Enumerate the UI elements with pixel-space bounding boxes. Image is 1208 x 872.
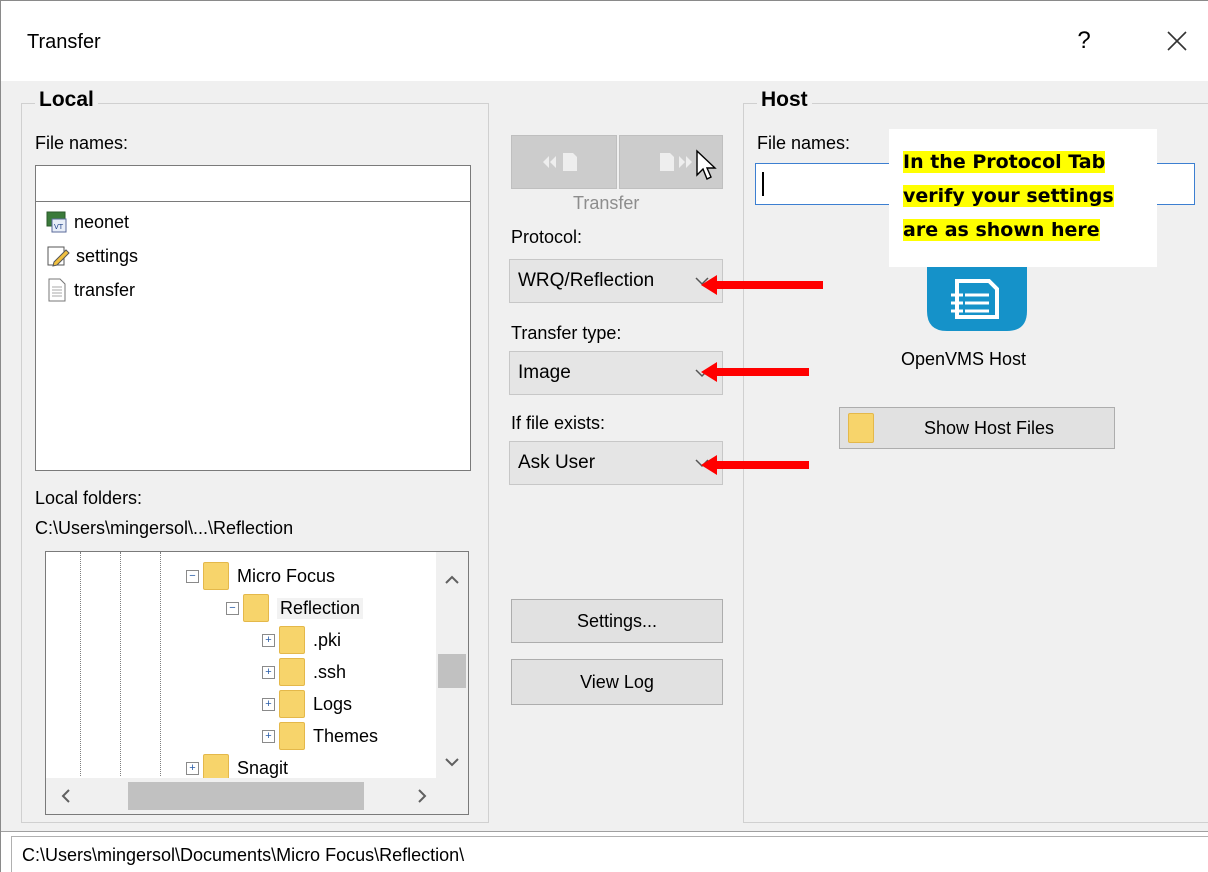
list-item[interactable]: settings bbox=[46, 240, 138, 272]
tree-guide-line bbox=[120, 552, 121, 776]
expand-icon[interactable]: + bbox=[262, 633, 275, 647]
tree-node-label: .pki bbox=[313, 629, 342, 650]
callout-line: verify your settings bbox=[903, 185, 1114, 207]
view-log-button[interactable]: View Log bbox=[511, 659, 723, 705]
status-bar: C:\Users\mingersol\Documents\Micro Focus… bbox=[1, 831, 1208, 872]
close-icon bbox=[1167, 31, 1187, 51]
scroll-down-icon[interactable] bbox=[436, 746, 468, 778]
file-name: settings bbox=[76, 245, 139, 266]
list-item[interactable]: VT neonet bbox=[46, 206, 129, 238]
scroll-thumb[interactable] bbox=[438, 654, 466, 688]
tree-node-label: Micro Focus bbox=[237, 565, 336, 586]
folder-icon bbox=[279, 626, 305, 654]
folder-icon bbox=[279, 690, 305, 718]
local-folders-label: Local folders: bbox=[35, 488, 143, 508]
tree-vertical-scrollbar[interactable] bbox=[436, 552, 468, 778]
tree-guide-line bbox=[80, 552, 81, 776]
folder-icon bbox=[243, 594, 269, 622]
list-item[interactable]: transfer bbox=[46, 274, 135, 306]
scroll-left-icon[interactable] bbox=[50, 778, 82, 814]
collapse-icon[interactable]: − bbox=[226, 601, 239, 615]
expand-icon[interactable]: + bbox=[262, 665, 275, 679]
folder-icon bbox=[279, 658, 305, 686]
annotation-arrow-protocol bbox=[701, 275, 823, 295]
scroll-up-icon[interactable] bbox=[436, 564, 468, 596]
show-host-files-button[interactable]: Show Host Files bbox=[839, 407, 1115, 449]
protocol-select[interactable]: WRQ/Reflection bbox=[509, 259, 723, 303]
file-name: neonet bbox=[74, 211, 130, 232]
folder-icon bbox=[279, 722, 305, 750]
annotation-arrow-if-file-exists bbox=[701, 455, 809, 475]
window-title: Transfer bbox=[27, 31, 101, 53]
transfer-to-local-button[interactable] bbox=[511, 135, 617, 189]
tree-node-label: Themes bbox=[313, 725, 379, 746]
file-name: transfer bbox=[74, 279, 136, 300]
close-button[interactable] bbox=[1159, 23, 1195, 59]
if-file-exists-label: If file exists: bbox=[511, 413, 606, 433]
tree-guide-line bbox=[160, 552, 161, 776]
local-file-list[interactable]: VT neonet settings transfer bbox=[35, 201, 471, 471]
folder-icon bbox=[848, 413, 874, 443]
reflection-session-icon: VT bbox=[46, 211, 67, 233]
expand-icon[interactable]: + bbox=[262, 697, 275, 711]
send-file-icon bbox=[660, 153, 692, 171]
tree-node-themes[interactable]: + Themes bbox=[262, 720, 378, 752]
tree-node-label: .ssh bbox=[313, 661, 347, 682]
transfer-label: Transfer bbox=[573, 193, 639, 214]
settings-file-icon bbox=[47, 246, 70, 267]
openvms-host-icon bbox=[927, 267, 1027, 331]
status-path: C:\Users\mingersol\Documents\Micro Focus… bbox=[11, 836, 1208, 872]
annotation-callout: In the Protocol Tab verify your settings… bbox=[889, 129, 1157, 267]
local-group-label: Local bbox=[35, 88, 98, 112]
transfer-type-value: Image bbox=[518, 362, 571, 383]
scroll-thumb[interactable] bbox=[128, 782, 364, 810]
transfer-label-text: Transfer bbox=[573, 193, 640, 213]
tree-node-label: Logs bbox=[313, 693, 353, 714]
tree-node-pki[interactable]: + .pki bbox=[262, 624, 341, 656]
tree-node-ssh[interactable]: + .ssh bbox=[262, 656, 346, 688]
svg-text:VT: VT bbox=[54, 223, 64, 231]
transfer-type-select[interactable]: Image bbox=[509, 351, 723, 395]
tree-node-label: Reflection bbox=[277, 597, 364, 619]
callout-line: In the Protocol Tab bbox=[903, 151, 1106, 173]
transfer-type-label: Transfer type: bbox=[511, 323, 622, 343]
show-host-files-label: Show Host Files bbox=[924, 417, 1055, 438]
folder-icon bbox=[203, 562, 229, 590]
help-button[interactable]: ? bbox=[1067, 23, 1101, 59]
expand-icon[interactable]: + bbox=[186, 761, 199, 775]
if-file-exists-select[interactable]: Ask User bbox=[509, 441, 723, 485]
text-caret bbox=[762, 172, 764, 196]
collapse-icon[interactable]: − bbox=[186, 569, 199, 583]
local-file-names-input[interactable] bbox=[35, 165, 471, 203]
tree-node-reflection[interactable]: − Reflection bbox=[226, 592, 364, 624]
tree-node-label: Snagit bbox=[237, 757, 289, 778]
protocol-label: Protocol: bbox=[511, 227, 583, 247]
scroll-right-icon[interactable] bbox=[406, 778, 438, 814]
host-name-label: OpenVMS Host bbox=[901, 349, 1027, 369]
callout-line: are as shown here bbox=[903, 219, 1100, 241]
title-bar: Transfer ? bbox=[1, 1, 1208, 81]
tree-node-logs[interactable]: + Logs bbox=[262, 688, 352, 720]
mouse-cursor-icon bbox=[696, 149, 717, 180]
tree-node-micro-focus[interactable]: − Micro Focus bbox=[186, 560, 335, 592]
local-file-names-label-text: File names: bbox=[35, 133, 129, 153]
transfer-dialog: Transfer ? Local File names: VT neonet s… bbox=[0, 0, 1208, 872]
host-file-names-label: File names: bbox=[757, 133, 851, 153]
current-folder-path: C:\Users\mingersol\...\Reflection bbox=[35, 518, 294, 538]
protocol-value: WRQ/Reflection bbox=[518, 270, 655, 291]
settings-button[interactable]: Settings... bbox=[511, 599, 723, 643]
local-folder-tree[interactable]: − Micro Focus − Reflection + .pki + .ssh… bbox=[45, 551, 469, 815]
expand-icon[interactable]: + bbox=[262, 729, 275, 743]
if-file-exists-value: Ask User bbox=[518, 452, 596, 473]
annotation-arrow-transfer-type bbox=[701, 362, 809, 382]
document-icon bbox=[48, 278, 66, 302]
local-file-names-label: File names: bbox=[35, 133, 128, 154]
host-group-label: Host bbox=[757, 88, 812, 112]
receive-file-icon bbox=[543, 153, 577, 171]
tree-horizontal-scrollbar[interactable] bbox=[46, 778, 468, 814]
